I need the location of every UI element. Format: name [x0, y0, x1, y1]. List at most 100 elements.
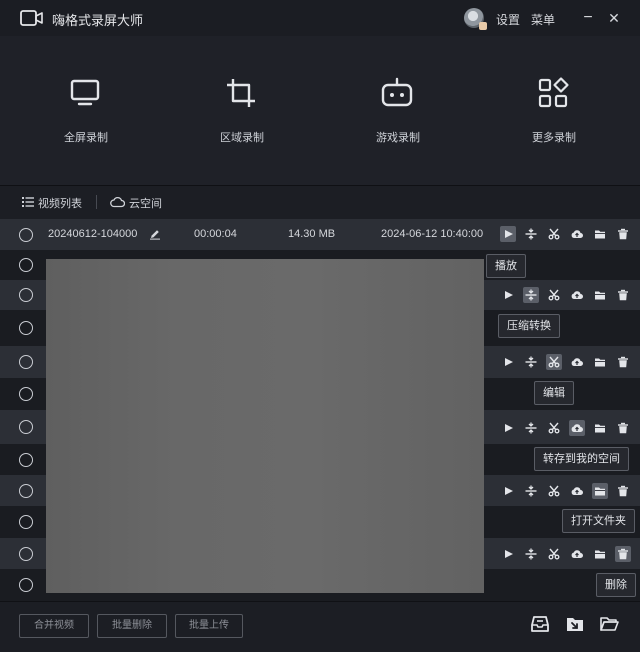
upload-icon	[571, 550, 583, 558]
play-icon	[505, 487, 513, 495]
play-button[interactable]	[500, 287, 516, 303]
mode-game[interactable]: 游戏录制	[318, 36, 478, 185]
delete-button[interactable]	[615, 483, 631, 499]
recording-date: 2024-06-12 10:40:00	[381, 228, 484, 240]
delete-icon	[618, 548, 628, 560]
folder-button[interactable]	[592, 483, 608, 499]
upload-icon	[571, 291, 583, 299]
row-checkbox[interactable]	[19, 355, 33, 369]
compress-button[interactable]	[523, 226, 539, 242]
settings-button[interactable]: 设置	[496, 11, 520, 28]
close-button[interactable]: ✕	[604, 8, 624, 28]
play-button[interactable]	[500, 546, 516, 562]
row-checkbox[interactable]	[19, 288, 33, 302]
upload-icon	[571, 424, 583, 432]
row-checkbox[interactable]	[19, 484, 33, 498]
delete-button[interactable]	[615, 287, 631, 303]
mode-fullscreen-label: 全屏录制	[64, 132, 108, 144]
edit-button[interactable]	[546, 420, 562, 436]
mode-game-label: 游戏录制	[376, 132, 420, 144]
recording-name: 20240612-104000	[48, 228, 138, 240]
batch-delete-button[interactable]: 批量删除	[97, 614, 167, 638]
row-checkbox[interactable]	[19, 420, 33, 434]
row-actions	[500, 226, 630, 244]
apps-icon	[538, 77, 569, 108]
delete-button[interactable]	[615, 354, 631, 370]
upload-button[interactable]	[569, 420, 585, 436]
edit-button[interactable]	[546, 354, 562, 370]
edit-button[interactable]	[546, 287, 562, 303]
mode-region[interactable]: 区域录制	[162, 36, 322, 185]
folder-button[interactable]	[592, 354, 608, 370]
open-folder-icon[interactable]	[599, 614, 619, 634]
delete-button[interactable]	[615, 546, 631, 562]
play-icon	[505, 358, 513, 366]
badge-icon	[479, 22, 487, 30]
compress-icon	[525, 422, 537, 434]
compress-button[interactable]	[523, 354, 539, 370]
mode-region-label: 区域录制	[220, 132, 264, 144]
cloud-icon	[110, 196, 125, 208]
edit-icon	[548, 422, 560, 434]
upload-button[interactable]	[569, 546, 585, 562]
edit-icon	[548, 356, 560, 368]
upload-button[interactable]	[569, 483, 585, 499]
tab-cloud-space[interactable]: 云空间	[129, 195, 162, 211]
row-checkbox[interactable]	[19, 387, 33, 401]
delete-icon	[618, 356, 628, 368]
row-checkbox[interactable]	[19, 321, 33, 335]
compress-icon	[525, 485, 537, 497]
upload-button[interactable]	[569, 354, 585, 370]
play-button[interactable]	[500, 354, 516, 370]
compress-icon	[525, 356, 537, 368]
compress-button[interactable]	[523, 420, 539, 436]
crop-icon	[227, 79, 255, 107]
menu-button[interactable]: 菜单	[531, 11, 555, 28]
delete-button[interactable]	[615, 420, 631, 436]
tab-video-list[interactable]: 视频列表	[38, 195, 82, 211]
merge-video-button[interactable]: 合并视频	[19, 614, 89, 638]
row-checkbox[interactable]	[19, 453, 33, 467]
edit-button[interactable]	[546, 226, 562, 242]
recording-modes: 全屏录制 区域录制 游戏录制 更多录制	[0, 36, 640, 185]
row-actions	[500, 546, 631, 564]
row-checkbox[interactable]	[19, 547, 33, 561]
mode-fullscreen[interactable]: 全屏录制	[6, 36, 166, 185]
edit-button[interactable]	[546, 546, 562, 562]
rename-pencil-icon[interactable]	[149, 228, 161, 240]
compress-button[interactable]	[523, 483, 539, 499]
inbox-icon[interactable]	[530, 614, 550, 634]
delete-icon	[618, 289, 628, 301]
edit-button[interactable]	[546, 483, 562, 499]
compress-button[interactable]	[523, 287, 539, 303]
row-actions	[500, 420, 630, 438]
play-button[interactable]	[500, 420, 516, 436]
row-checkbox[interactable]	[19, 578, 33, 592]
upload-button[interactable]	[569, 287, 585, 303]
folder-button[interactable]	[592, 546, 608, 562]
import-folder-icon[interactable]	[565, 614, 585, 634]
row-checkbox[interactable]	[19, 515, 33, 529]
folder-button[interactable]	[592, 420, 608, 436]
mode-more[interactable]: 更多录制	[474, 36, 634, 185]
row-checkbox[interactable]	[19, 228, 33, 242]
folder-button[interactable]	[592, 287, 608, 303]
tooltip-play: 播放	[486, 254, 526, 278]
play-icon	[505, 230, 513, 238]
batch-upload-button[interactable]: 批量上传	[175, 614, 243, 638]
avatar[interactable]	[464, 8, 487, 30]
row-actions	[500, 354, 630, 372]
minimize-button[interactable]: −	[578, 8, 598, 28]
mode-more-label: 更多录制	[532, 132, 576, 144]
play-button[interactable]	[500, 483, 516, 499]
compress-button[interactable]	[523, 546, 539, 562]
upload-button[interactable]	[569, 226, 585, 242]
play-button[interactable]	[500, 226, 516, 242]
recording-size: 14.30 MB	[288, 228, 336, 240]
row-actions	[500, 287, 630, 305]
row-checkbox[interactable]	[19, 258, 33, 272]
monitor-icon	[70, 79, 100, 106]
folder-button[interactable]	[592, 226, 608, 242]
edit-icon	[548, 289, 560, 301]
delete-button[interactable]	[615, 226, 631, 242]
